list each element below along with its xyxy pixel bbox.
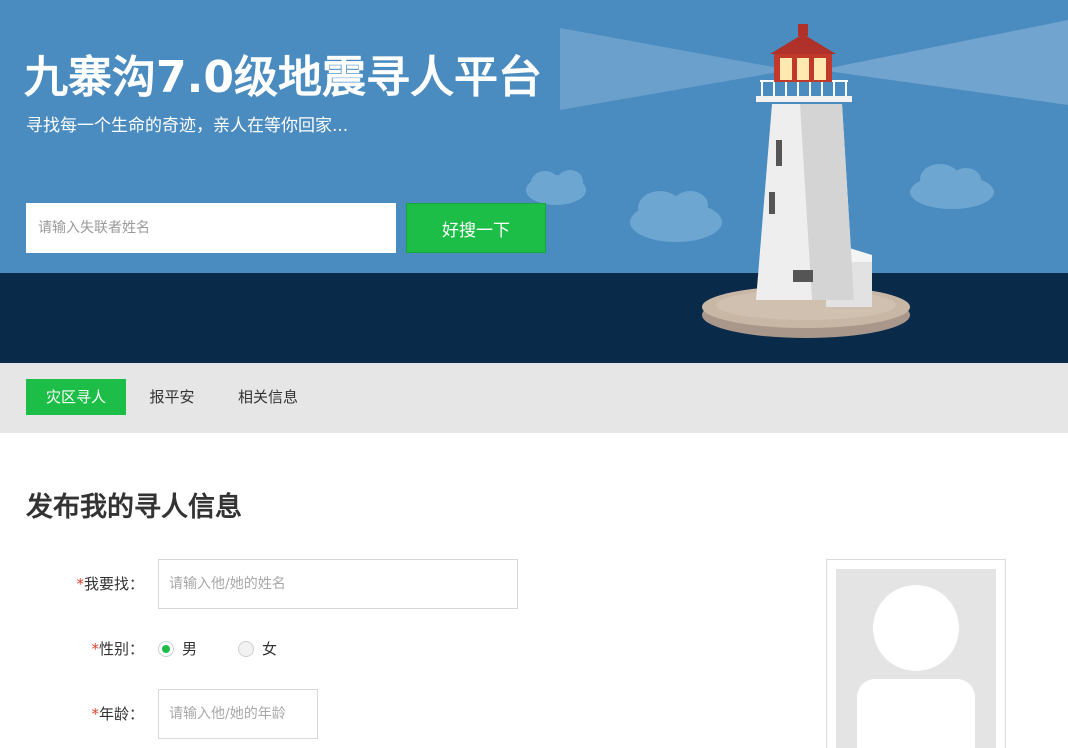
- tab-related-info[interactable]: 相关信息: [222, 379, 314, 415]
- gender-female-label[interactable]: 女: [262, 639, 277, 659]
- required-mark: *: [76, 575, 84, 593]
- gender-label-text: 性别：: [98, 640, 144, 658]
- site-subtitle: 寻找每一个生命的奇迹，亲人在等你回家...: [26, 116, 349, 136]
- form-title: 发布我的寻人信息: [26, 492, 242, 523]
- tab-report-safe[interactable]: 报平安: [134, 379, 210, 415]
- required-mark: *: [91, 640, 99, 658]
- age-label: *年龄：: [54, 704, 144, 724]
- name-field[interactable]: [158, 559, 518, 609]
- age-field[interactable]: [158, 689, 318, 739]
- name-label: *我要找：: [54, 574, 144, 594]
- gender-label: *性别：: [54, 639, 144, 659]
- required-mark: *: [91, 705, 99, 723]
- avatar-body: [857, 679, 975, 748]
- gender-male-radio[interactable]: [158, 641, 174, 657]
- search-button[interactable]: 好搜一下: [406, 203, 546, 253]
- hero-banner: 九寨沟7.0级地震寻人平台 寻找每一个生命的奇迹，亲人在等你回家... 好搜一下: [0, 0, 1068, 363]
- tab-bar: 灾区寻人 报平安 相关信息: [0, 363, 1068, 433]
- gender-female-radio[interactable]: [238, 641, 254, 657]
- age-label-text: 年龄：: [98, 705, 144, 723]
- gender-male-label[interactable]: 男: [182, 639, 197, 659]
- photo-upload[interactable]: [826, 559, 1006, 748]
- name-label-text: 我要找：: [83, 575, 144, 593]
- avatar-placeholder-icon: [836, 569, 996, 748]
- missing-person-search-input[interactable]: [26, 203, 396, 253]
- avatar-head: [873, 585, 959, 671]
- site-title: 九寨沟7.0级地震寻人平台: [24, 52, 542, 103]
- tab-disaster-search[interactable]: 灾区寻人: [26, 379, 126, 415]
